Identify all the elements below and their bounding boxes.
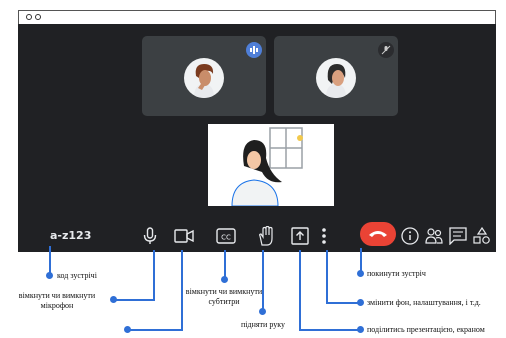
annotation-dot [357,326,364,333]
present-button[interactable] [288,224,312,248]
chat-icon [449,227,467,245]
annotation-dot [357,270,364,277]
avatar [316,58,356,98]
captions-button[interactable]: CC [214,224,238,248]
annotation-line [326,250,328,303]
end-call-icon [369,231,387,237]
annotation-dot [46,272,53,279]
camera-button[interactable] [172,224,196,248]
presentation-tile[interactable] [208,124,334,207]
end-call-button[interactable] [360,222,396,246]
annotation-line [114,299,155,301]
people-icon [425,228,443,244]
presenter-illustration-icon [231,127,303,207]
label-meeting-code: код зустрічі [57,271,97,280]
activities-icon [473,227,490,244]
microphone-icon [143,227,157,244]
people-button[interactable] [422,224,446,248]
present-icon [291,227,309,245]
meeting-code: a-z123 [50,229,92,242]
chat-button[interactable] [446,224,470,248]
window-dot-icon[interactable] [26,14,32,20]
annotation-line [299,329,361,331]
annotation-line [326,302,361,304]
svg-text:CC: CC [221,234,231,242]
activities-button[interactable] [470,224,494,248]
annotation-line [262,250,264,312]
annotation-line [299,250,301,330]
speaking-indicator-icon [246,42,262,58]
label-raise-hand: підняти руку [241,320,285,329]
annotation-dot [259,308,266,315]
annotation-line [128,329,183,331]
muted-microphone-icon [378,42,394,58]
label-present: поділитись презентацією, екраном [367,325,485,334]
participant-tile-2[interactable] [274,36,398,116]
annotation-line [153,250,155,300]
label-end-call: покинути зустріч [367,269,426,278]
participant-tile-1[interactable] [142,36,266,116]
more-options-button[interactable] [316,224,332,248]
annotation-dot [357,299,364,306]
captions-icon: CC [216,228,236,244]
label-more-options: змінити фон, налаштування, і т.д. [367,298,481,307]
annotation-dot [221,276,228,283]
person-icon [194,64,214,98]
microphone-button[interactable] [138,224,162,248]
annotation-dot [110,296,117,303]
info-button[interactable] [398,224,422,248]
raise-hand-icon [259,226,273,246]
more-options-icon [322,228,326,244]
person-icon [326,64,346,98]
info-icon [401,227,419,245]
raise-hand-button[interactable] [254,224,278,248]
window-dot-icon[interactable] [35,14,41,20]
annotation-line [360,248,362,272]
camera-icon [174,229,194,243]
label-microphone: вімкнути чи вимкнути мікрофон [18,291,96,310]
annotation-dot [124,326,131,333]
meeting-window: a-z123 CC [18,24,496,252]
avatar [184,58,224,98]
window-titlebar [18,10,496,24]
